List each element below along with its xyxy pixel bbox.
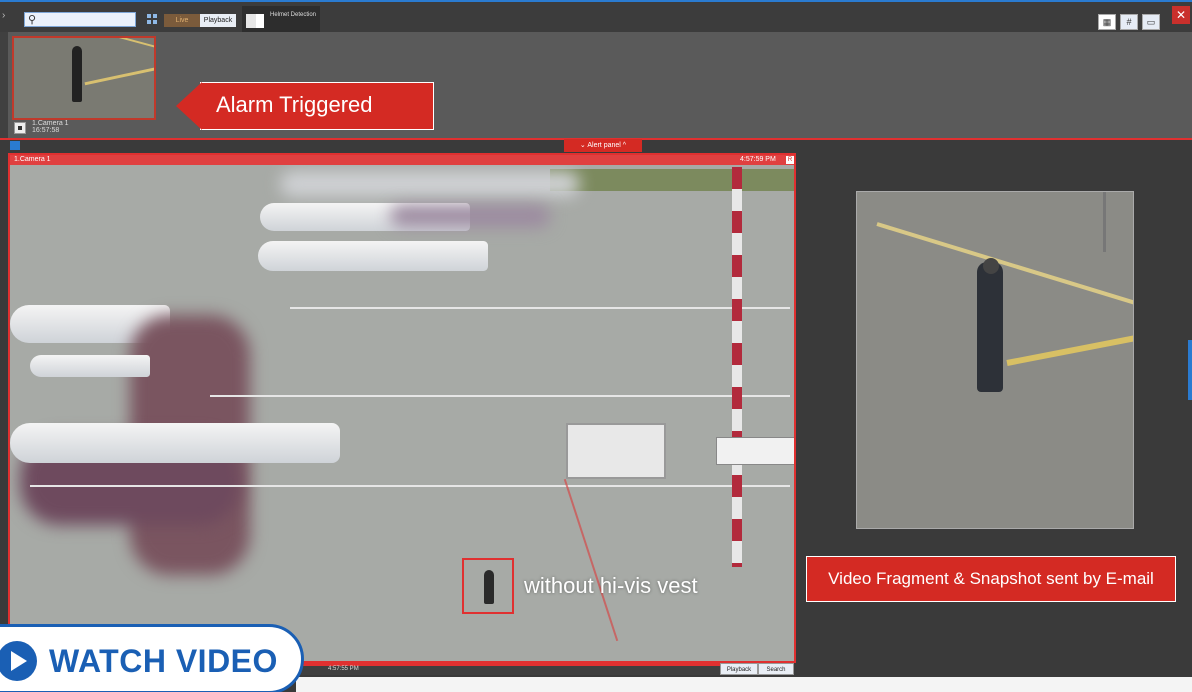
- apron-line: [30, 485, 790, 487]
- expand-icon[interactable]: [10, 141, 20, 150]
- grid-view-icon[interactable]: ▦: [1098, 14, 1116, 30]
- chevron-up-icon: ^: [622, 142, 627, 149]
- alert-meta: 1.Camera 1 16:57:58: [14, 120, 154, 136]
- person-figure: [484, 570, 494, 604]
- left-bar: [0, 32, 8, 138]
- record-badge[interactable]: R: [786, 156, 794, 164]
- timeline-time: 4:57:55 PM: [328, 666, 359, 672]
- stop-icon[interactable]: [14, 122, 26, 134]
- thumb-marking-line: [84, 65, 154, 86]
- app-window: › ⚲ Live Playback Helmet Detection ▦ # ▭…: [0, 0, 1192, 692]
- alert-panel-toggle[interactable]: ⌄ Alert panel ^: [564, 139, 642, 152]
- layout-thumbnail-icon-part: [256, 14, 264, 28]
- thumb-marking-line: [104, 38, 154, 50]
- email-callout: Video Fragment & Snapshot sent by E-mail: [806, 556, 1176, 602]
- timeline[interactable]: 4:57:55 PM: [300, 663, 720, 675]
- person-figure: [977, 262, 1003, 392]
- search-input[interactable]: ⚲: [24, 12, 136, 27]
- camera-view[interactable]: without hi-vis vest 1.Camera 1 4:57:59 P…: [8, 153, 796, 663]
- stairs-truck: [566, 423, 666, 479]
- person-figure: [72, 46, 82, 102]
- snapshot-marking-line: [876, 222, 1133, 314]
- tug-vehicle: [716, 437, 794, 465]
- alert-time: 16:57:58: [32, 127, 60, 134]
- camera-time: 4:57:59 PM: [740, 156, 776, 163]
- alert-meta-text: 1.Camera 1 16:57:58: [32, 120, 69, 134]
- alert-strip: 1.Camera 1 16:57:58 Alarm Triggered: [0, 32, 1192, 140]
- single-view-icon[interactable]: ▭: [1142, 14, 1160, 30]
- alarm-callout: Alarm Triggered: [176, 82, 434, 130]
- hash-grid-icon[interactable]: #: [1120, 14, 1138, 30]
- plane: [30, 355, 150, 377]
- apron-line: [210, 395, 790, 397]
- scroll-handle[interactable]: [1188, 340, 1192, 400]
- plane: [10, 423, 340, 463]
- view-mode-buttons: ▦ # ▭: [1098, 14, 1168, 30]
- plane: [258, 241, 488, 271]
- timeline-bar: [300, 663, 720, 666]
- alarm-callout-text: Alarm Triggered: [216, 92, 373, 117]
- layout-tab-label: Helmet Detection: [270, 12, 317, 18]
- chevron-right-icon[interactable]: ›: [2, 10, 10, 22]
- settings-tools-icon[interactable]: ✕: [1172, 6, 1190, 24]
- plane-blur: [280, 171, 580, 197]
- snapshot-image: [856, 191, 1134, 529]
- grass-area: [550, 169, 794, 191]
- arrow-left-icon: [176, 82, 202, 130]
- snapshot-marking-line: [1006, 333, 1133, 366]
- detection-label: without hi-vis vest: [524, 573, 698, 598]
- layout-tab-helmet-detection[interactable]: Helmet Detection: [242, 6, 320, 34]
- playback-mode-button[interactable]: Playback: [200, 14, 236, 27]
- top-toolbar: › ⚲ Live Playback Helmet Detection ▦ # ▭…: [0, 0, 1192, 34]
- search-icon: ⚲: [28, 14, 37, 26]
- alert-panel-label: Alert panel: [587, 142, 621, 149]
- live-mode-button[interactable]: Live: [164, 14, 200, 27]
- snapshot-marking-line: [1103, 192, 1106, 252]
- alert-thumbnail[interactable]: [12, 36, 156, 120]
- restricted-path-line: [563, 478, 619, 642]
- watch-video-label: WATCH VIDEO: [49, 643, 278, 679]
- playback-button[interactable]: Playback: [720, 663, 758, 675]
- search-button[interactable]: Search: [758, 663, 794, 675]
- bottom-strip: [296, 677, 1192, 692]
- alert-camera-name: 1.Camera 1: [32, 120, 69, 127]
- watch-video-button[interactable]: WATCH VIDEO: [0, 624, 304, 692]
- apron-line: [290, 307, 790, 309]
- play-icon: [0, 641, 37, 681]
- camera-name: 1.Camera 1: [14, 156, 51, 163]
- pole: [732, 167, 742, 567]
- camera-header: 1.Camera 1 4:57:59 PM R: [10, 155, 794, 165]
- person-head: [983, 258, 999, 274]
- plane-blur: [390, 205, 550, 227]
- grid-layouts-icon[interactable]: [147, 14, 157, 24]
- detection-box[interactable]: [462, 558, 514, 614]
